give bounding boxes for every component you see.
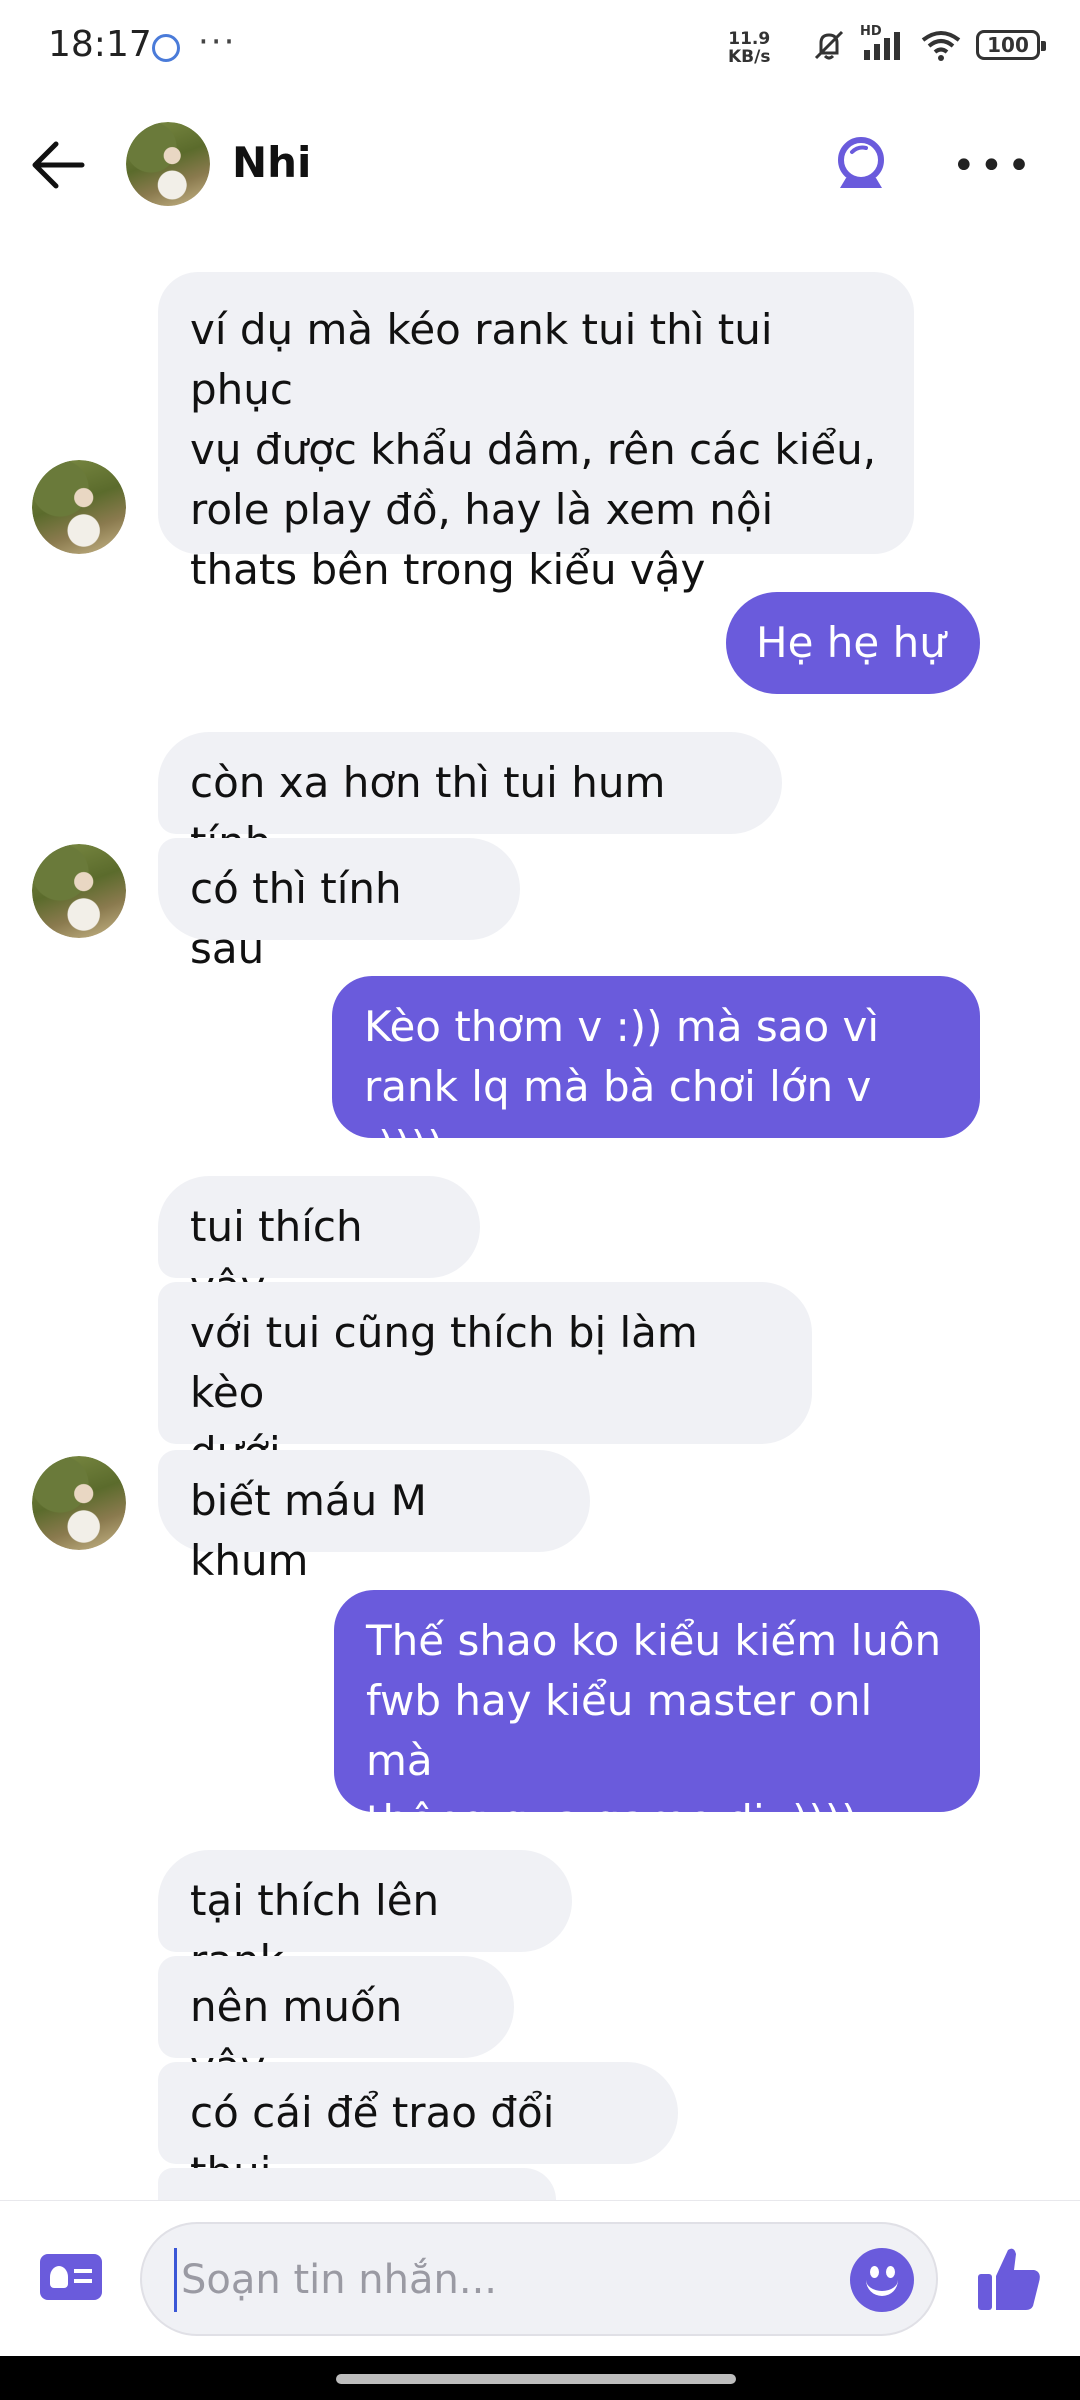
message-bubble-incoming[interactable]: tại thích lên rank xyxy=(158,1850,572,1985)
chat-header: Nhi ••• xyxy=(0,110,1080,220)
system-navigation-bar xyxy=(0,2356,1080,2400)
status-bar: 18:17 ··· 11.9 KB/s HD 100 xyxy=(0,0,1080,100)
message-input[interactable] xyxy=(174,2248,814,2312)
network-speed-value: 11.9 xyxy=(728,29,771,49)
message-bubble-incoming[interactable]: biết máu M khum xyxy=(158,1450,590,1585)
message-bubble-incoming[interactable]: tui thích vậy xyxy=(158,1176,480,1311)
thumbs-up-icon[interactable] xyxy=(976,2244,1042,2314)
home-indicator[interactable] xyxy=(336,2374,736,2384)
status-time: 18:17 xyxy=(48,24,152,65)
battery-icon: 100 xyxy=(976,30,1046,60)
network-speed-unit: KB/s xyxy=(728,47,771,67)
arrow-left-icon[interactable] xyxy=(26,132,92,198)
message-bubble-outgoing[interactable]: Hẹ hẹ hự xyxy=(726,592,980,694)
contact-card-icon[interactable] xyxy=(40,2254,102,2300)
message-bubble-incoming-partial[interactable] xyxy=(158,2168,556,2200)
signal-icon: HD xyxy=(860,24,906,62)
mute-bell-icon xyxy=(814,30,844,60)
network-label: HD xyxy=(860,24,882,39)
chat-screen: 18:17 ··· 11.9 KB/s HD 100 Nhi ••• ví dụ… xyxy=(0,0,1080,2400)
message-bubble-outgoing[interactable]: Kèo thơm v :)) mà sao vì rank lq mà bà c… xyxy=(332,976,980,1171)
message-bubble-incoming[interactable]: có cái để trao đổi thui xyxy=(158,2062,678,2197)
app-notification-icon xyxy=(152,34,180,62)
status-more-icon: ··· xyxy=(198,22,237,62)
message-bubble-incoming[interactable]: còn xa hơn thì tui hum tính xyxy=(158,732,782,867)
sender-avatar[interactable] xyxy=(32,1456,126,1550)
smiley-icon[interactable] xyxy=(850,2248,914,2312)
message-bubble-incoming[interactable]: với tui cũng thích bị làm kèo dưới xyxy=(158,1282,812,1477)
contact-avatar[interactable] xyxy=(126,122,210,206)
video-call-icon[interactable] xyxy=(832,132,890,196)
network-speed: 11.9 KB/s xyxy=(728,30,770,66)
message-input-box[interactable] xyxy=(140,2222,938,2336)
wifi-icon xyxy=(921,31,961,61)
status-icons: HD 100 xyxy=(812,24,1046,62)
contact-name[interactable]: Nhi xyxy=(232,138,311,187)
battery-level: 100 xyxy=(987,33,1029,57)
message-bubble-incoming[interactable]: ví dụ mà kéo rank tui thì tui phục vụ đư… xyxy=(158,272,914,594)
message-bubble-outgoing[interactable]: Thế shao ko kiểu kiếm luôn fwb hay kiểu … xyxy=(334,1590,980,1845)
more-horizontal-icon[interactable]: ••• xyxy=(952,146,1035,186)
composer-divider xyxy=(0,2200,1080,2201)
sender-avatar[interactable] xyxy=(32,460,126,554)
message-bubble-incoming[interactable]: có thì tính sau xyxy=(158,838,520,973)
sender-avatar[interactable] xyxy=(32,844,126,938)
message-bubble-incoming[interactable]: nên muốn vậy xyxy=(158,1956,514,2091)
